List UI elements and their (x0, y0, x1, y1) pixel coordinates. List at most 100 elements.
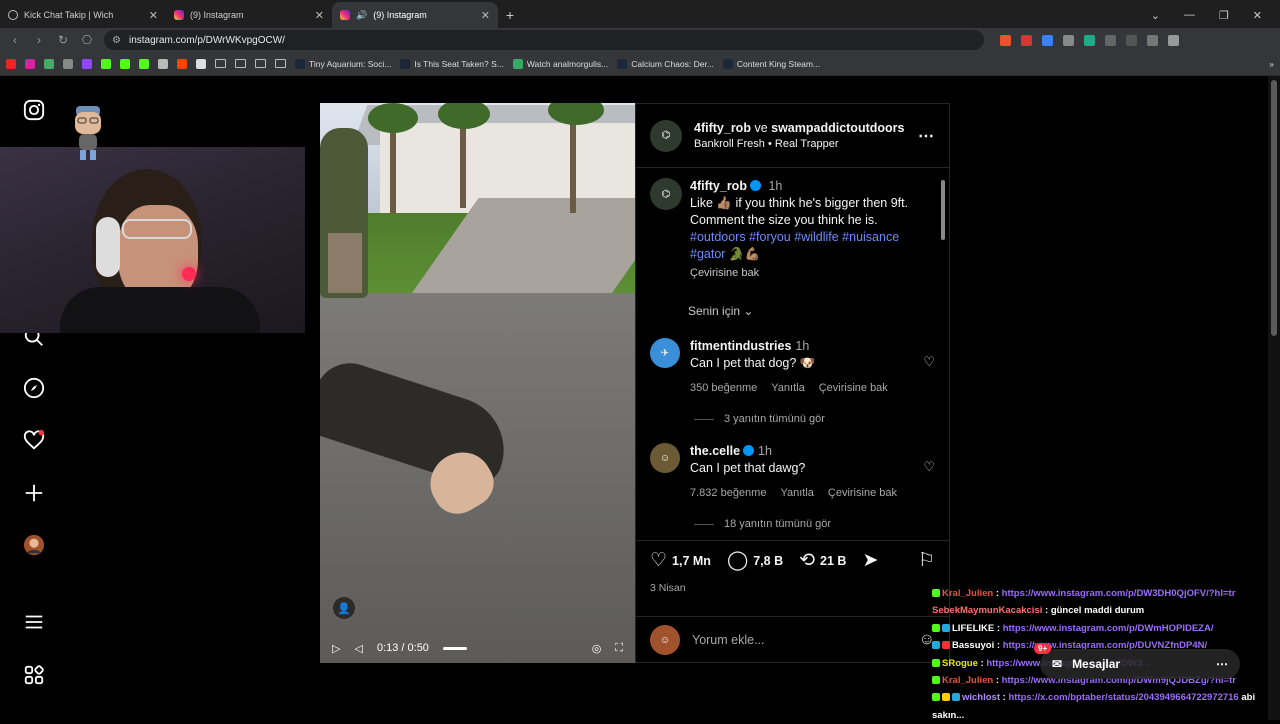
tab-instagram-1[interactable]: (9) Instagram ✕ (166, 2, 332, 28)
play-icon[interactable]: ▷ (332, 642, 340, 655)
bookmark-icon[interactable]: ⎔ (80, 33, 94, 47)
minimize-button[interactable]: — (1184, 9, 1195, 21)
x-icon[interactable] (158, 58, 168, 69)
kick-icon[interactable] (101, 58, 111, 69)
translate-link[interactable]: Çevirisine bak (819, 380, 888, 397)
more-apps-icon[interactable] (22, 663, 46, 687)
author-avatar[interactable]: ⌬ (650, 119, 682, 152)
brave-shield-icon[interactable] (1000, 34, 1011, 46)
tab-search-icon[interactable]: ⌄ (1151, 9, 1160, 22)
twitch-icon[interactable] (82, 58, 92, 69)
scrollbar-thumb[interactable] (941, 180, 945, 240)
create-plus-icon[interactable] (22, 481, 46, 505)
forward-button[interactable]: › (32, 33, 46, 47)
more-options-icon[interactable]: ⋯ (918, 126, 935, 146)
audio-track[interactable]: Real Trapper (775, 138, 839, 150)
sidebar-icon[interactable] (1126, 34, 1137, 46)
comment-likes[interactable]: 7.832 beğenme (690, 485, 766, 502)
bookmark-item[interactable]: Content King Steam... (722, 58, 820, 69)
instagram-logo-icon[interactable] (22, 98, 46, 122)
bookmark-item[interactable]: Watch analmorgulis... (512, 58, 608, 69)
comment-username[interactable]: fitmentindustries (690, 339, 791, 353)
comment-button[interactable]: ◯ 7,8 B (727, 549, 783, 572)
amazon-icon[interactable] (196, 58, 206, 69)
bookmark-item[interactable]: Is This Seat Taken? S... (400, 58, 504, 69)
save-button[interactable]: ⚐ (918, 549, 935, 572)
reel-video[interactable]: 👤 ▷ ◁ 0:13 / 0:50 ◎ ⛶ (320, 103, 635, 663)
extension-icon[interactable] (1021, 34, 1032, 46)
scrollbar-thumb[interactable] (1271, 80, 1277, 336)
like-button[interactable]: ♡ 1,7 Mn (650, 549, 711, 572)
tab-kick-chat[interactable]: Kick Chat Takip | Wich ✕ (0, 2, 166, 28)
settings-icon[interactable]: ◎ (592, 642, 602, 655)
chevron-right-icon[interactable]: » (1269, 59, 1274, 69)
send-icon: ✉ (1052, 657, 1063, 671)
sort-dropdown[interactable]: Senin için ⌄ (688, 304, 935, 318)
close-icon[interactable]: ✕ (481, 9, 490, 22)
comment-input[interactable]: Yorum ekle... (692, 633, 765, 647)
like-comment-icon[interactable]: ♡ (923, 354, 935, 370)
folder-icon[interactable] (275, 59, 286, 68)
speaker-icon[interactable]: 🔊 (356, 10, 367, 21)
menu-icon[interactable] (1168, 34, 1179, 46)
bookmark-item[interactable]: Tiny Aquarium: Soci... (295, 58, 391, 69)
reply-button[interactable]: Yanıtla (771, 380, 804, 397)
more-options-icon[interactable]: ⋯ (1216, 657, 1228, 671)
folder-icon[interactable] (215, 59, 226, 68)
kick-icon[interactable] (139, 58, 149, 69)
bookmark-icon[interactable] (63, 58, 73, 69)
like-comment-icon[interactable]: ♡ (923, 459, 935, 475)
reddit-icon[interactable] (177, 58, 187, 69)
extension-icon[interactable] (1084, 34, 1095, 46)
explore-icon[interactable] (22, 376, 46, 400)
bookmark-item[interactable]: Calcium Chaos: Der... (617, 58, 714, 69)
new-tab-button[interactable]: + (498, 2, 522, 28)
reply-button[interactable]: Yanıtla (780, 485, 813, 502)
coauthor-username[interactable]: swampaddictoutdoors (771, 121, 904, 135)
instagram-icon[interactable] (25, 58, 35, 69)
commenter-avatar[interactable]: ✈ (650, 338, 680, 368)
close-icon[interactable]: ✕ (315, 9, 324, 22)
menu-icon[interactable] (22, 610, 46, 634)
messages-pill[interactable]: 9+ ✉ Mesajlar ⋯ (1034, 643, 1240, 679)
kick-icon[interactable] (120, 58, 130, 69)
reload-button[interactable]: ↻ (56, 33, 70, 47)
close-window-button[interactable]: ✕ (1253, 9, 1262, 22)
view-replies[interactable]: 18 yanıtın tümünü gör (694, 518, 935, 530)
bookmark-icon[interactable] (44, 58, 54, 69)
profile-avatar-icon[interactable] (22, 533, 46, 557)
site-info-icon[interactable]: ⚙ (112, 35, 121, 46)
folder-icon[interactable] (255, 59, 266, 68)
address-bar[interactable]: ⚙ instagram.com/p/DWrWKvpgOCW/ (104, 30, 984, 50)
folder-icon[interactable] (235, 59, 246, 68)
caption-hashtags[interactable]: #outdoors #foryou #wildlife #nuisance (690, 229, 908, 246)
notifications-heart-icon[interactable] (22, 428, 46, 452)
youtube-icon[interactable] (6, 58, 16, 69)
music-icon[interactable] (1147, 34, 1158, 46)
author-username[interactable]: 4fifty_rob (694, 121, 751, 135)
translate-link[interactable]: Çevirisine bak (828, 485, 897, 502)
repost-button[interactable]: ⟲ 21 B (799, 549, 846, 572)
fullscreen-icon[interactable]: ⛶ (615, 642, 623, 655)
extension-icon[interactable] (1042, 34, 1053, 46)
progress-bar[interactable] (442, 646, 467, 650)
view-replies[interactable]: 3 yanıtın tümünü gör (694, 413, 935, 425)
comment-username[interactable]: the.celle (690, 444, 740, 458)
back-button[interactable]: ‹ (8, 33, 22, 47)
translate-link[interactable]: Çevirisine bak (690, 265, 908, 282)
puzzle-icon[interactable] (1105, 34, 1116, 46)
maximize-button[interactable]: ❐ (1219, 9, 1229, 22)
comments-scrollbar[interactable] (939, 168, 947, 540)
close-icon[interactable]: ✕ (149, 9, 158, 22)
audio-artist[interactable]: Bankroll Fresh (694, 138, 765, 150)
tagged-user-icon[interactable]: 👤 (333, 597, 355, 619)
share-button[interactable]: ➤ (862, 549, 878, 572)
mute-icon[interactable]: ◁ (354, 642, 362, 655)
commenter-avatar[interactable]: ☺ (650, 443, 680, 473)
tab-instagram-2[interactable]: 🔊 (9) Instagram ✕ (332, 2, 498, 28)
caption-hashtags-2[interactable]: #gator 🐊💪🏽 (690, 246, 908, 263)
extension-icon[interactable] (1063, 34, 1074, 46)
comment-likes[interactable]: 350 beğenme (690, 380, 757, 397)
caption-username[interactable]: 4fifty_rob (690, 179, 747, 193)
author-avatar[interactable]: ⌬ (650, 178, 682, 210)
